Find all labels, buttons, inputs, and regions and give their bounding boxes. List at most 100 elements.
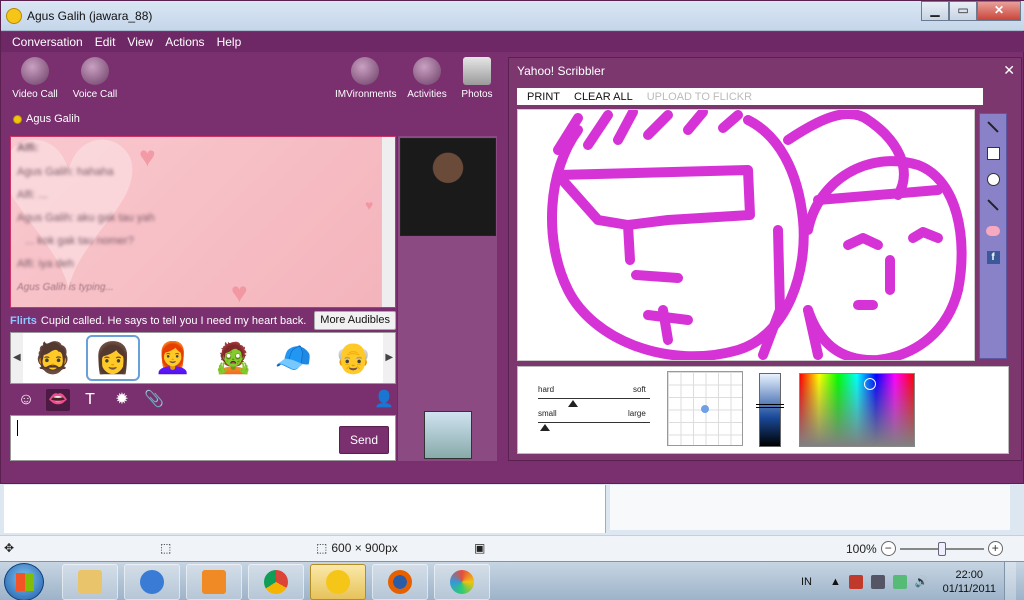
taskbar-media-player[interactable]	[186, 564, 242, 600]
taskbar-chrome[interactable]	[248, 564, 304, 600]
voice-call-label: Voice Call	[72, 89, 118, 100]
brush-preview-grid[interactable]	[667, 371, 743, 446]
emoticon-icon[interactable]: ☺	[14, 389, 38, 411]
volume-icon[interactable]: 🔊	[915, 575, 929, 588]
paint-palette-icon	[450, 570, 474, 594]
video-call-button[interactable]: Video Call	[5, 57, 65, 100]
hardness-slider-thumb[interactable]	[568, 400, 578, 407]
menu-edit[interactable]: Edit	[90, 32, 121, 52]
audible-man-blue-cap[interactable]: 🧢	[266, 335, 320, 381]
buzz-icon[interactable]: ✹	[110, 389, 134, 411]
line-tool-icon[interactable]	[984, 196, 1002, 214]
audible-woman-green-dress[interactable]: 👩	[85, 335, 140, 381]
show-hidden-icons-icon[interactable]: ▲	[830, 576, 841, 588]
hardness-slider[interactable]	[538, 398, 650, 399]
save-icon: ▣	[474, 541, 486, 555]
size-slider-thumb[interactable]	[540, 424, 550, 431]
zoom-slider[interactable]	[899, 541, 984, 556]
imvironments-label: IMVironments	[335, 89, 397, 100]
zoom-out-button[interactable]: −	[880, 541, 896, 556]
zoom-slider-thumb[interactable]	[937, 541, 946, 556]
menu-view[interactable]: View	[122, 32, 158, 52]
scribbler-panel: Yahoo! Scribbler ✕ PRINT CLEAR ALL UPLOA…	[508, 57, 1022, 461]
stamp-tool-icon[interactable]	[984, 222, 1002, 240]
photos-label: Photos	[461, 89, 493, 100]
clock[interactable]: 22:00 01/11/2011	[943, 568, 996, 596]
audible-zombie-cowboy[interactable]: 🧟	[206, 335, 260, 381]
contact-avatar[interactable]	[400, 138, 496, 236]
menu-help[interactable]: Help	[212, 32, 247, 52]
yahoo-messenger-icon	[326, 570, 350, 594]
color-picker-cursor[interactable]	[864, 378, 876, 390]
taskbar-paint[interactable]	[434, 564, 490, 600]
photos-button[interactable]: Photos	[447, 57, 507, 100]
paint-canvas[interactable]	[4, 485, 606, 533]
scribbler-title: Yahoo! Scribbler	[517, 64, 605, 78]
conversation-history[interactable]: ♥ ♥ ♥ ♥ Alfi: Agus Galih: hahaha Alfi: .…	[10, 136, 396, 308]
flirts-tag[interactable]: Flirts	[10, 315, 37, 327]
message-line: Alfi:	[17, 142, 39, 154]
audibles-prev-button[interactable]: ◀	[11, 333, 23, 383]
brush-settings: hard soft small large	[517, 366, 1009, 454]
conversation-scrollbar[interactable]	[381, 137, 395, 307]
heart-icon: ♥	[365, 197, 374, 213]
color-spectrum-picker[interactable]	[799, 373, 915, 447]
message-line: Alfi: iya deh	[17, 258, 74, 270]
start-button[interactable]	[4, 563, 44, 600]
zoom-in-button[interactable]: +	[987, 541, 1003, 556]
online-status-icon	[13, 114, 22, 124]
clock-time: 22:00	[955, 568, 984, 581]
network-signal-icon[interactable]	[892, 574, 907, 589]
minimize-button[interactable]: ▁	[921, 1, 949, 21]
audible-red-hair-woman[interactable]: 👩‍🦰	[146, 335, 200, 381]
audibles-icon[interactable]: 👄	[46, 389, 70, 411]
menu-conversation[interactable]: Conversation	[7, 32, 88, 52]
imvironments-icon	[351, 57, 379, 85]
chrome-icon	[264, 570, 288, 594]
text-format-icon[interactable]: T	[78, 389, 102, 411]
print-button[interactable]: PRINT	[527, 91, 560, 103]
maximize-button[interactable]: ▭	[949, 1, 977, 21]
audibles-next-button[interactable]: ▶	[383, 333, 395, 383]
brightness-slider[interactable]	[756, 373, 784, 447]
imvironments-button[interactable]: IMVironments	[335, 57, 397, 100]
audible-grumpy-man[interactable]: 🧔	[26, 335, 80, 381]
flirts-text: Cupid called. He says to tell you I need…	[40, 315, 307, 327]
rectangle-tool-icon[interactable]	[984, 144, 1002, 162]
my-avatar[interactable]	[424, 411, 472, 459]
voice-call-button[interactable]: Voice Call	[65, 57, 125, 100]
hardness-label-soft: soft	[633, 385, 646, 394]
paint-status-bar: ✥ ⬚ ⬚ 600 × 900px ▣ 100% − +	[0, 535, 1024, 561]
heart-icon: ♥	[139, 141, 156, 172]
more-audibles-button[interactable]: More Audibles	[314, 311, 396, 330]
scribbler-close-icon[interactable]: ✕	[1003, 62, 1015, 79]
taskbar-firefox[interactable]	[372, 564, 428, 600]
safely-remove-icon[interactable]	[870, 574, 885, 589]
send-button[interactable]: Send	[339, 426, 389, 454]
brush-preview-dot	[701, 405, 709, 413]
clear-all-button[interactable]: CLEAR ALL	[574, 91, 633, 103]
message-input[interactable]: Send	[10, 415, 396, 461]
activities-label: Activities	[407, 89, 447, 100]
size-slider[interactable]	[538, 422, 650, 423]
menu-actions[interactable]: Actions	[160, 32, 209, 52]
photos-icon	[463, 57, 491, 85]
show-desktop-button[interactable]	[1004, 562, 1016, 600]
pen-tool-icon[interactable]	[984, 118, 1002, 136]
close-button[interactable]: ✕	[977, 1, 1021, 21]
taskbar-yahoo-messenger[interactable]	[310, 564, 366, 600]
scribble-canvas[interactable]	[517, 107, 975, 366]
taskbar-internet-explorer[interactable]	[124, 564, 180, 600]
action-center-icon[interactable]	[848, 574, 863, 589]
attachment-icon[interactable]: 📎	[142, 389, 166, 411]
ellipse-tool-icon[interactable]	[984, 170, 1002, 188]
taskbar-explorer[interactable]	[62, 564, 118, 600]
language-indicator[interactable]: IN	[801, 576, 812, 588]
video-call-label: Video Call	[12, 89, 58, 100]
contact-info-icon[interactable]: 👤	[372, 389, 396, 411]
taskbar: IN ▲ 🔊 22:00 01/11/2011	[0, 561, 1024, 600]
facebook-icon[interactable]: f	[984, 248, 1002, 266]
brightness-slider-thumb[interactable]	[756, 404, 784, 408]
clock-date: 01/11/2011	[942, 582, 996, 595]
audible-old-man-glasses[interactable]: 👴	[326, 335, 380, 381]
